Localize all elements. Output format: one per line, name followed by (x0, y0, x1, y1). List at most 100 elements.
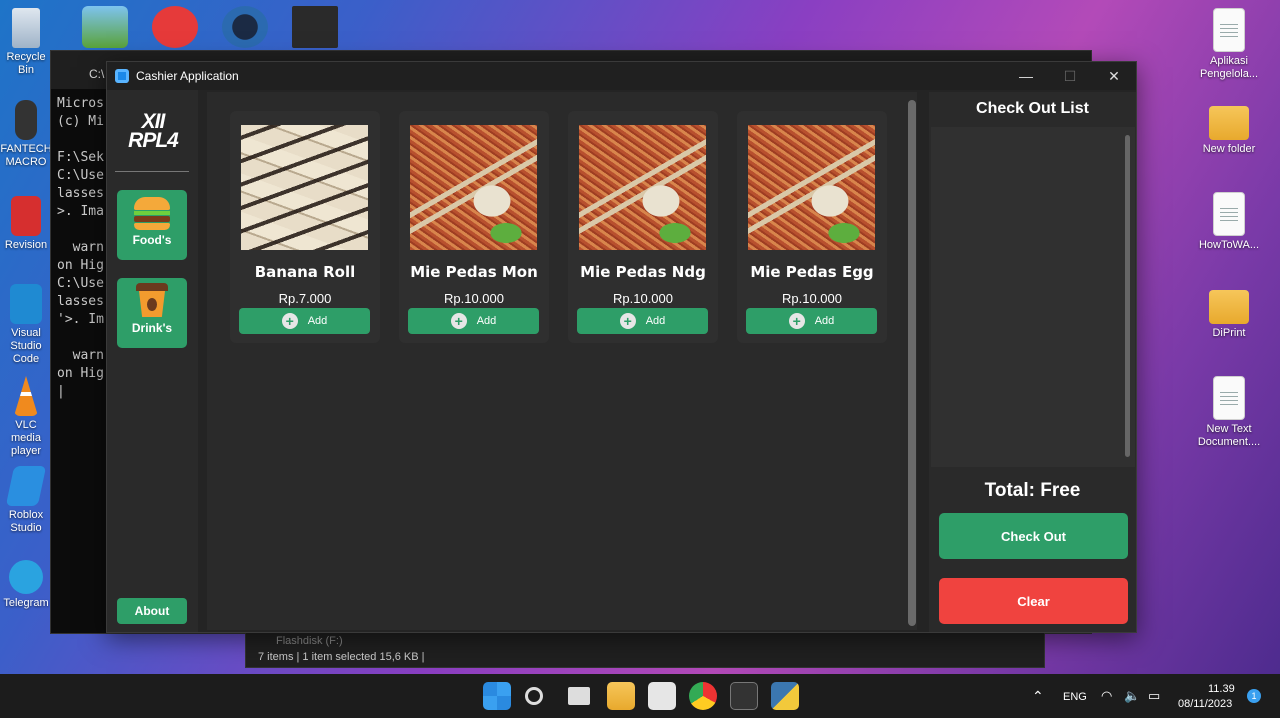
desktop-icon-label: HowToWA... (1198, 239, 1260, 251)
plus-icon: + (450, 313, 467, 329)
coffee-cup-icon (136, 283, 168, 319)
category-foods-button[interactable]: Food's (117, 190, 187, 260)
category-drinks-button[interactable]: Drink's (117, 278, 187, 348)
plus-icon: + (619, 313, 636, 329)
file-explorer-window[interactable]: Flashdisk (F:) 7 items | 1 item selected… (245, 632, 1045, 668)
search-icon[interactable] (525, 687, 543, 705)
folder-icon (1209, 106, 1249, 140)
notification-badge[interactable]: 1 (1247, 689, 1261, 703)
checkout-list[interactable] (931, 127, 1135, 467)
menu-card: Banana Roll Rp.7.000 + Add (230, 111, 380, 343)
desktop-icon-howtowa[interactable]: HowToWA... (1191, 192, 1267, 252)
app-shortcut-red-icon[interactable] (152, 6, 198, 48)
roblox-studio-icon (5, 466, 47, 506)
about-button[interactable]: About (117, 598, 187, 624)
logo-shortcut-icon[interactable] (292, 6, 338, 48)
window-title: Cashier Application (136, 69, 239, 83)
volume-icon[interactable]: 🔈 (1124, 688, 1140, 704)
desktop-icon-label: New Text Document.... (1197, 423, 1261, 448)
total-label: Total: Free (984, 480, 1081, 501)
checkout-panel: Check Out List Total: Free Check Out Cle… (929, 92, 1136, 632)
drive-label: Flashdisk (F:) (276, 635, 343, 647)
desktop-icon-telegram[interactable]: Telegram (0, 560, 52, 610)
menu-grid: Banana Roll Rp.7.000 + Add Mie Pedas Mon … (207, 92, 917, 630)
desktop-icon-label: Recycle Bin (6, 51, 46, 76)
desktop-icon-label: VLC media player (11, 419, 41, 457)
chevron-up-icon[interactable]: ⌃ (1032, 688, 1044, 705)
store-icon[interactable] (648, 682, 676, 710)
item-name: Mie Pedas Egg (750, 263, 874, 281)
file-icon (1213, 192, 1245, 236)
battery-icon[interactable]: ▭ (1148, 688, 1160, 704)
desktop-icon-aplikasi[interactable]: Aplikasi Pengelola... (1191, 8, 1267, 81)
folder-icon (1209, 290, 1249, 324)
plus-icon: + (281, 313, 298, 329)
mouse-icon (15, 100, 37, 140)
file-explorer-icon[interactable] (607, 682, 635, 710)
desktop-icon-revision[interactable]: Revision (0, 196, 52, 252)
item-price: Rp.10.000 (613, 291, 673, 306)
checkout-scrollbar[interactable] (1125, 135, 1130, 457)
revision-icon (11, 196, 41, 236)
cashier-app-window: Cashier Application — ☐ ✕ XII RPL4 Food'… (106, 61, 1137, 633)
start-windows-icon[interactable] (483, 682, 511, 710)
language-indicator[interactable]: ENG (1063, 691, 1087, 703)
explorer-status-bar: 7 items | 1 item selected 15,6 KB | (258, 651, 425, 663)
noodle-image (410, 125, 537, 250)
desktop-icon-label: Roblox Studio (8, 509, 44, 534)
desktop-icon-fantech[interactable]: FANTECH MACRO (0, 100, 52, 169)
desktop-icon-diprint[interactable]: DiPrint (1191, 282, 1267, 340)
burger-icon (134, 197, 170, 231)
clock-time[interactable]: 11.39 (1208, 683, 1235, 695)
sidebar-divider (115, 171, 189, 172)
menu-card: Mie Pedas Mon Rp.10.000 + Add (399, 111, 549, 343)
wifi-icon[interactable]: ◠ (1101, 688, 1112, 704)
desktop-icon-label: Visual Studio Code (10, 327, 42, 365)
add-button[interactable]: + Add (239, 308, 370, 334)
item-price: Rp.7.000 (278, 291, 332, 306)
vlc-cone-icon (14, 376, 38, 416)
chrome-icon[interactable] (689, 682, 717, 710)
category-label: Food's (132, 233, 172, 247)
title-bar[interactable]: Cashier Application — ☐ ✕ (107, 62, 1136, 90)
close-button[interactable]: ✕ (1092, 62, 1136, 90)
desktop-icon-roblox[interactable]: Roblox Studio (0, 466, 52, 535)
item-name: Banana Roll (254, 263, 356, 281)
sidebar: XII RPL4 Food's Drink's About (107, 90, 198, 632)
add-button[interactable]: + Add (408, 308, 539, 334)
add-label: Add (476, 315, 497, 327)
minimize-button[interactable]: — (1004, 62, 1048, 90)
menu-card: Mie Pedas Ndg Rp.10.000 + Add (568, 111, 718, 343)
desktop-icon-vscode[interactable]: Visual Studio Code (0, 284, 52, 366)
recycle-bin-icon (12, 8, 40, 48)
desktop-icon-label: Telegram (3, 597, 49, 609)
game-shortcut-icon[interactable] (82, 6, 128, 48)
gear-shortcut-icon[interactable] (222, 6, 268, 48)
item-name: Mie Pedas Mon (410, 263, 538, 281)
item-price: Rp.10.000 (444, 291, 504, 306)
noodle-image (579, 125, 706, 250)
noodle-image (748, 125, 875, 250)
python-icon[interactable] (771, 682, 799, 710)
menu-scrollbar[interactable] (908, 100, 916, 626)
checkout-button[interactable]: Check Out (939, 513, 1128, 559)
class-logo: XII RPL4 (125, 111, 181, 151)
clear-button[interactable]: Clear (939, 578, 1128, 624)
task-view-icon[interactable] (568, 687, 590, 705)
file-icon (1213, 376, 1245, 420)
desktop-icon-new-text[interactable]: New Text Document.... (1191, 376, 1267, 449)
telegram-icon (9, 560, 43, 594)
desktop-icon-label: DiPrint (1212, 327, 1246, 339)
add-label: Add (645, 315, 666, 327)
checkout-title: Check Out List (976, 100, 1089, 117)
terminal-icon[interactable] (730, 682, 758, 710)
add-button[interactable]: + Add (746, 308, 877, 334)
desktop-icon-vlc[interactable]: VLC media player (0, 376, 52, 458)
desktop-icon-label: Revision (4, 239, 48, 251)
clock-date[interactable]: 08/11/2023 (1178, 698, 1232, 710)
desktop-icon-label: New folder (1202, 143, 1256, 155)
desktop-icon-new-folder[interactable]: New folder (1191, 98, 1267, 156)
maximize-button[interactable]: ☐ (1048, 62, 1092, 90)
add-button[interactable]: + Add (577, 308, 708, 334)
desktop-icon-recycle-bin[interactable]: Recycle Bin (0, 8, 52, 77)
